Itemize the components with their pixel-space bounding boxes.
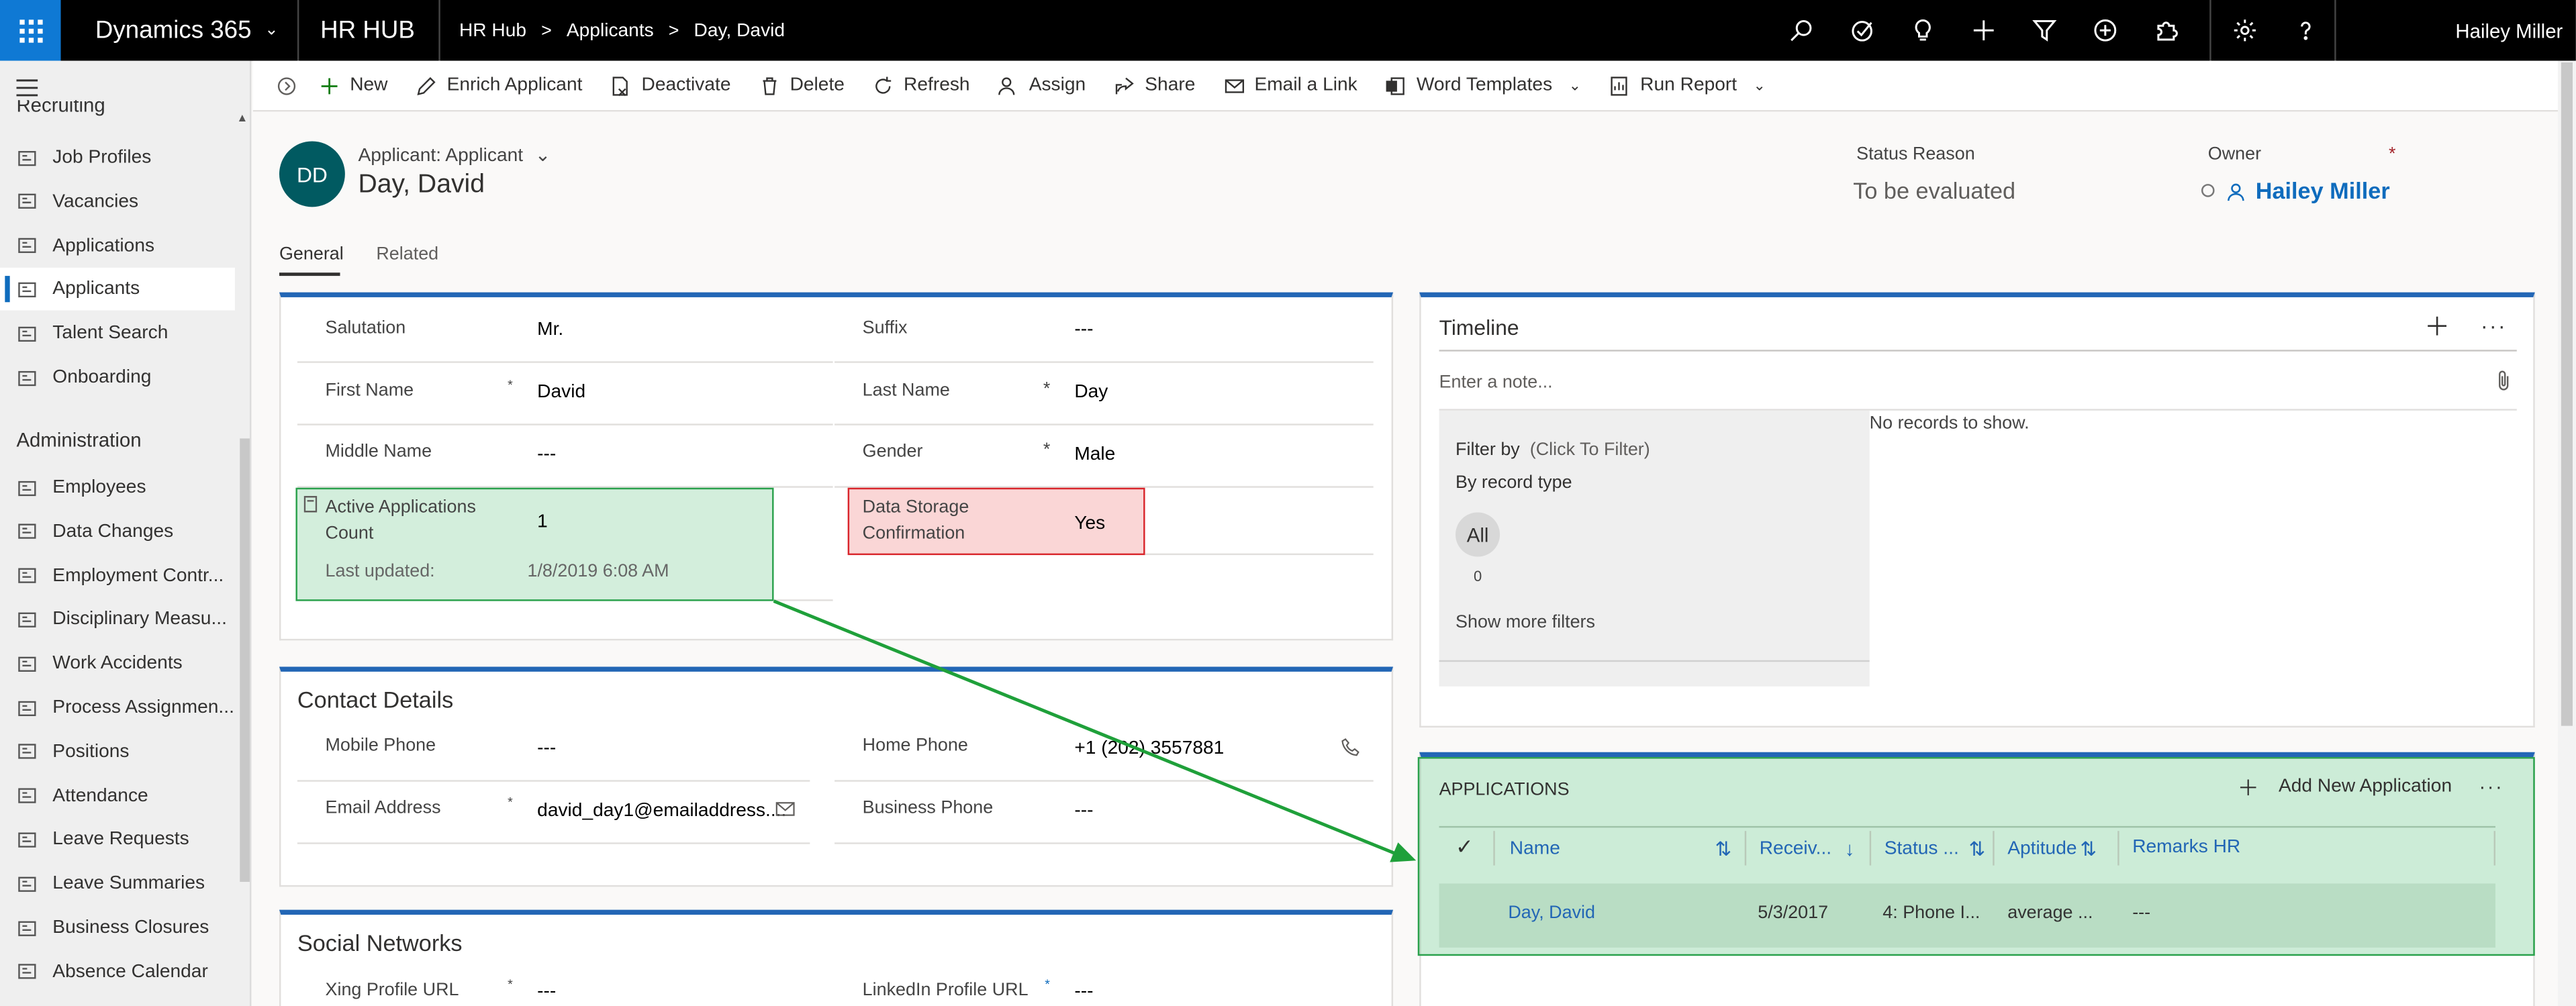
annotation-arrow-line	[773, 599, 1397, 856]
page-scrollbar-thumb[interactable]	[2561, 62, 2573, 726]
annotation-arrow	[773, 599, 1417, 862]
